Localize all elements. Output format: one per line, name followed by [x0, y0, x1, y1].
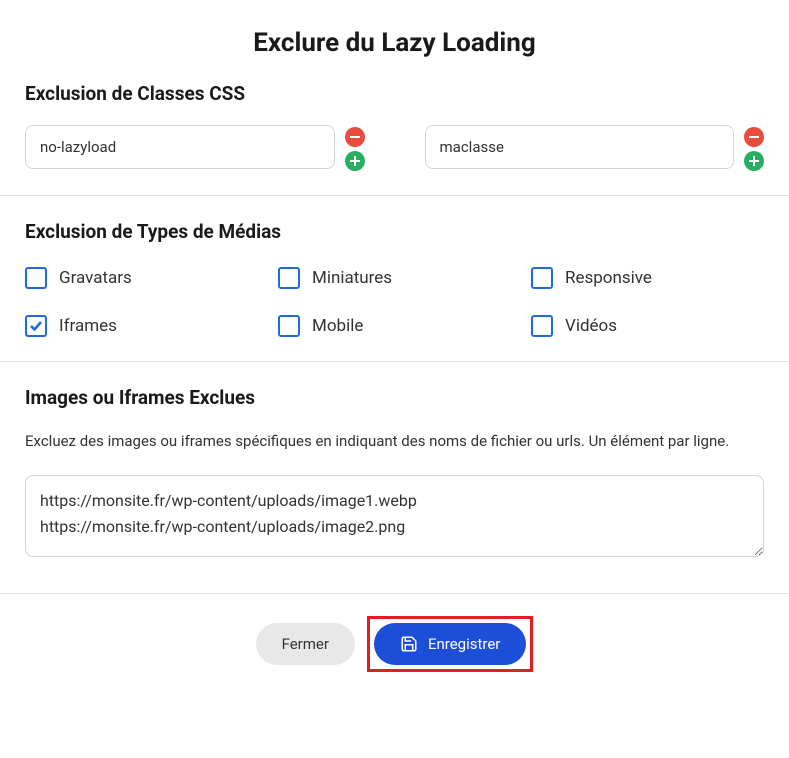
css-input-group-0 — [25, 125, 365, 171]
css-section-title: Exclusion de Classes CSS — [25, 82, 764, 105]
checkbox-iframes[interactable]: Iframes — [25, 315, 258, 337]
images-exclusion-section: Images ou Iframes Exclues Excluez des im… — [0, 362, 789, 594]
modal-container: Exclure du Lazy Loading Exclusion de Cla… — [0, 0, 789, 694]
checkbox-label: Gravatars — [59, 268, 132, 288]
excluded-urls-textarea[interactable] — [25, 475, 764, 557]
checkbox-box — [25, 267, 47, 289]
checkbox-responsive[interactable]: Responsive — [531, 267, 764, 289]
checkbox-mobile[interactable]: Mobile — [278, 315, 511, 337]
save-button[interactable]: Enregistrer — [374, 623, 526, 665]
css-inputs-row — [25, 125, 764, 171]
save-button-label: Enregistrer — [428, 635, 500, 653]
images-section-description: Excluez des images ou iframes spécifique… — [25, 429, 764, 453]
checkbox-box — [25, 315, 47, 337]
checkbox-gravatars[interactable]: Gravatars — [25, 267, 258, 289]
checkbox-miniatures[interactable]: Miniatures — [278, 267, 511, 289]
checkbox-box — [531, 315, 553, 337]
css-exclusion-section: Exclusion de Classes CSS — [0, 82, 789, 196]
save-icon — [400, 635, 418, 653]
css-input-group-1 — [425, 125, 765, 171]
checkbox-box — [278, 315, 300, 337]
add-css-button-1[interactable] — [744, 151, 764, 171]
media-section-title: Exclusion de Types de Médias — [25, 220, 764, 243]
save-highlight-wrapper: Enregistrer — [367, 616, 533, 672]
media-exclusion-section: Exclusion de Types de Médias Gravatars M… — [0, 196, 789, 362]
plus-icon — [350, 156, 360, 166]
remove-css-button-1[interactable] — [744, 127, 764, 147]
input-actions-0 — [345, 125, 365, 171]
remove-css-button-0[interactable] — [345, 127, 365, 147]
check-icon — [29, 319, 43, 333]
media-checkbox-grid: Gravatars Miniatures Responsive Iframes — [25, 267, 764, 337]
checkbox-label: Vidéos — [565, 316, 617, 336]
checkbox-label: Responsive — [565, 268, 652, 288]
checkbox-box — [278, 267, 300, 289]
images-section-title: Images ou Iframes Exclues — [25, 386, 764, 409]
checkbox-label: Iframes — [59, 316, 117, 336]
checkbox-label: Mobile — [312, 316, 363, 336]
css-class-input-0[interactable] — [25, 125, 335, 169]
minus-icon — [749, 136, 759, 138]
minus-icon — [350, 136, 360, 138]
checkbox-label: Miniatures — [312, 268, 392, 288]
plus-icon — [749, 156, 759, 166]
footer-actions: Fermer Enregistrer — [0, 594, 789, 694]
page-title: Exclure du Lazy Loading — [0, 0, 789, 82]
css-class-input-1[interactable] — [425, 125, 735, 169]
checkbox-box — [531, 267, 553, 289]
add-css-button-0[interactable] — [345, 151, 365, 171]
checkbox-videos[interactable]: Vidéos — [531, 315, 764, 337]
close-button[interactable]: Fermer — [256, 623, 355, 665]
input-actions-1 — [744, 125, 764, 171]
